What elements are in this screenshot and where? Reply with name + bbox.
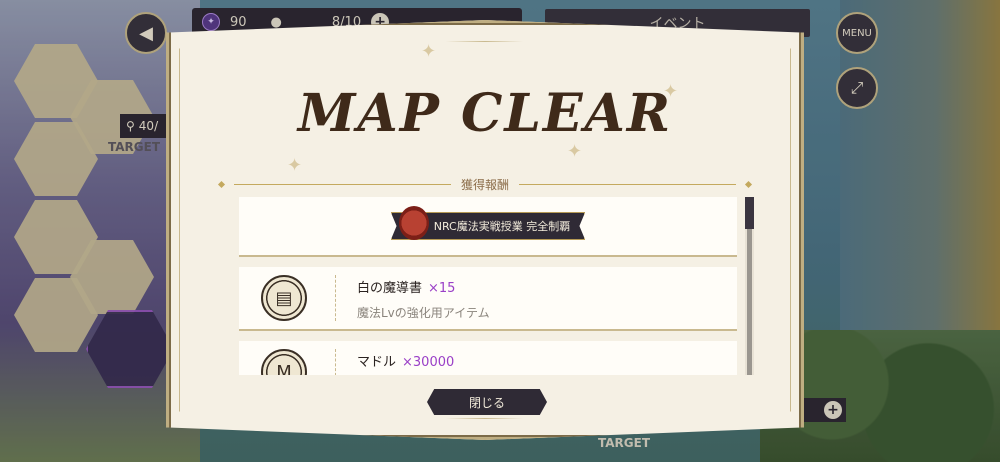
reward-section-header: 獲得報酬 bbox=[217, 175, 753, 193]
close-button[interactable]: 閉じる bbox=[427, 389, 547, 415]
reward-list[interactable]: NRC魔法実戦授業 完全制覇 ▤ 白の魔導書 ×15 魔法Lvの強化用アイテム M… bbox=[239, 197, 737, 375]
divider bbox=[335, 349, 336, 375]
section-label: 獲得報酬 bbox=[461, 177, 510, 192]
sparkle-icon: ✦ bbox=[287, 155, 303, 176]
ornament-line bbox=[234, 183, 451, 185]
item-quantity: ×30000 bbox=[402, 355, 455, 370]
achievement-row: NRC魔法実戦授業 完全制覇 bbox=[239, 197, 737, 257]
ornament-dot bbox=[217, 180, 226, 188]
map-clear-dialog: ✦ ✦ ✦ ✦ MAP CLEAR 獲得報酬 NRC魔法実戦授業 完全制覇 ▤ … bbox=[166, 20, 804, 440]
item-name: マドル ×30000 bbox=[357, 351, 454, 370]
list-item: M マドル ×30000 bbox=[239, 341, 737, 375]
list-item: ▤ 白の魔導書 ×15 魔法Lvの強化用アイテム bbox=[239, 267, 737, 331]
scrollbar-track bbox=[747, 229, 752, 375]
sparkle-icon: ✦ bbox=[567, 141, 583, 162]
divider bbox=[335, 275, 336, 321]
item-description: 魔法Lvの強化用アイテム bbox=[357, 306, 490, 320]
item-name-text: マドル bbox=[357, 355, 397, 370]
banner-text: NRC魔法実戦授業 完全制覇 bbox=[433, 220, 571, 233]
scrollbar[interactable] bbox=[745, 197, 754, 375]
item-text: 白の魔導書 ×15 魔法Lvの強化用アイテム bbox=[357, 277, 490, 321]
scrollbar-thumb[interactable] bbox=[745, 197, 754, 229]
item-name-text: 白の魔導書 bbox=[357, 281, 423, 296]
item-name: 白の魔導書 ×15 bbox=[357, 277, 490, 296]
book-icon: ▤ bbox=[261, 275, 307, 321]
wax-seal-icon bbox=[398, 206, 429, 240]
ornament-dot bbox=[744, 180, 753, 188]
dialog-title: MAP CLEAR bbox=[297, 83, 673, 144]
coin-icon: M bbox=[261, 349, 307, 375]
item-text: マドル ×30000 bbox=[357, 351, 454, 375]
achievement-banner: NRC魔法実戦授業 完全制覇 bbox=[390, 206, 586, 240]
ornament-line bbox=[519, 183, 737, 185]
item-quantity: ×15 bbox=[428, 281, 456, 296]
sparkle-icon: ✦ bbox=[421, 41, 437, 62]
